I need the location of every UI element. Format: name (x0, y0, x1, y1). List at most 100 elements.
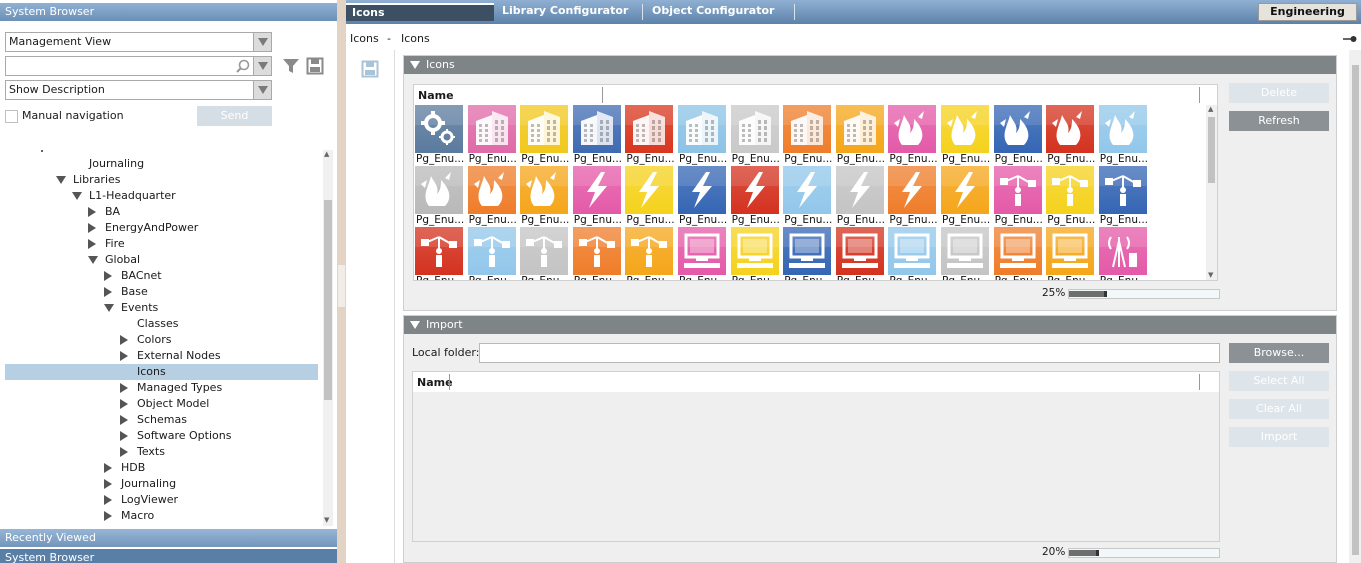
building-symbol-tile[interactable] (467, 105, 516, 153)
lightning-symbol-tile[interactable] (783, 166, 832, 214)
building-symbol-tile[interactable] (678, 105, 726, 153)
network-symbol-tile[interactable] (993, 166, 1042, 214)
lightning-symbol-tile[interactable] (888, 166, 937, 214)
computer-symbol-tile[interactable] (678, 227, 726, 275)
tree-scroll-thumb[interactable] (324, 200, 332, 400)
save-filter-icon[interactable] (306, 57, 324, 75)
icons-panel-header[interactable]: Icons (404, 56, 1336, 74)
computer-symbol-tile[interactable] (730, 227, 779, 275)
main-scrollbar[interactable] (1349, 50, 1361, 563)
expanded-arrow-icon[interactable] (88, 256, 98, 264)
collapsed-arrow-icon[interactable] (120, 399, 128, 409)
lightning-symbol-tile[interactable] (941, 166, 989, 214)
gear-symbol-tile[interactable] (415, 105, 463, 153)
computer-symbol-tile[interactable] (941, 227, 989, 275)
lightning-symbol-tile[interactable] (730, 166, 779, 214)
collapse-icon[interactable] (410, 61, 420, 69)
building-symbol-tile[interactable] (783, 105, 832, 153)
collapsed-arrow-icon[interactable] (104, 287, 112, 297)
tab-object-configurator[interactable]: Object Configurator (646, 3, 794, 21)
engineering-mode-button[interactable]: Engineering (1258, 3, 1357, 21)
computer-symbol-tile[interactable] (888, 227, 937, 275)
collapse-icon[interactable] (410, 321, 420, 329)
lightning-symbol-tile[interactable] (678, 166, 726, 214)
description-select[interactable]: Show Description (5, 80, 272, 100)
collapsed-arrow-icon[interactable] (120, 415, 128, 425)
system-tree[interactable]: Journaling Libraries L1-Headquarter BA Energ… (5, 147, 323, 527)
icons-zoom-slider[interactable] (1068, 289, 1220, 299)
lightning-symbol-tile[interactable] (625, 166, 674, 214)
antenna-symbol-tile[interactable] (1098, 227, 1147, 275)
import-zoom-handle[interactable] (1096, 550, 1099, 556)
import-button[interactable]: Import (1229, 427, 1329, 447)
import-column-name[interactable]: Name (417, 376, 453, 389)
expanded-arrow-icon[interactable] (72, 192, 82, 200)
recently-viewed-header[interactable]: Recently Viewed (0, 529, 337, 547)
building-symbol-tile[interactable] (835, 105, 884, 153)
collapsed-arrow-icon[interactable] (120, 383, 128, 393)
building-symbol-tile[interactable] (572, 105, 621, 153)
system-browser-footer[interactable]: System Browser (0, 549, 337, 563)
network-symbol-tile[interactable] (467, 227, 516, 275)
main-scroll-thumb[interactable] (1352, 65, 1359, 555)
splitter-grip[interactable] (338, 265, 345, 307)
fire-symbol-tile[interactable] (520, 166, 569, 214)
search-icon[interactable] (235, 59, 251, 75)
manual-navigation-checkbox[interactable] (5, 110, 18, 123)
clear-all-button[interactable]: Clear All (1229, 399, 1329, 419)
expanded-arrow-icon[interactable] (104, 304, 114, 312)
description-dropdown-icon[interactable] (253, 81, 271, 99)
expanded-arrow-icon[interactable] (56, 176, 66, 184)
lightning-symbol-tile[interactable] (835, 166, 884, 214)
import-zoom-slider[interactable] (1068, 548, 1220, 558)
breadcrumb-current[interactable]: Icons (401, 32, 430, 45)
computer-symbol-tile[interactable] (783, 227, 832, 275)
breadcrumb-root[interactable]: Icons (350, 32, 379, 45)
collapsed-arrow-icon[interactable] (120, 447, 128, 457)
fire-symbol-tile[interactable] (467, 166, 516, 214)
delete-button[interactable]: Delete (1229, 83, 1329, 103)
computer-symbol-tile[interactable] (835, 227, 884, 275)
computer-symbol-tile[interactable] (993, 227, 1042, 275)
scroll-up-icon[interactable]: ▲ (1208, 105, 1213, 113)
scroll-down-icon[interactable]: ▼ (1208, 271, 1213, 279)
fire-symbol-tile[interactable] (415, 166, 463, 214)
network-symbol-tile[interactable] (520, 227, 569, 275)
icons-scrollbar[interactable]: ▲ ▼ (1206, 105, 1217, 280)
import-panel-header[interactable]: Import (404, 316, 1336, 334)
network-symbol-tile[interactable] (1046, 166, 1095, 214)
save-icon[interactable] (361, 60, 379, 78)
scroll-down-icon[interactable]: ▼ (324, 516, 329, 524)
send-button[interactable]: Send (197, 106, 272, 126)
network-symbol-tile[interactable] (415, 227, 463, 275)
select-all-button[interactable]: Select All (1229, 371, 1329, 391)
icons-zoom-handle[interactable] (1104, 291, 1107, 297)
collapsed-arrow-icon[interactable] (120, 431, 128, 441)
fire-symbol-tile[interactable] (941, 105, 989, 153)
refresh-button[interactable]: Refresh (1229, 111, 1329, 131)
collapsed-arrow-icon[interactable] (120, 335, 128, 345)
collapsed-arrow-icon[interactable] (104, 479, 112, 489)
search-input[interactable] (5, 56, 272, 76)
tree-scrollbar[interactable]: ▲ ▼ (323, 150, 333, 526)
network-symbol-tile[interactable] (1098, 166, 1147, 214)
collapsed-arrow-icon[interactable] (104, 495, 112, 505)
search-dropdown-icon[interactable] (253, 57, 271, 75)
local-folder-input[interactable] (479, 343, 1220, 363)
icons-column-name[interactable]: Name (418, 89, 454, 102)
collapsed-arrow-icon[interactable] (104, 463, 112, 473)
import-grid[interactable]: Name (412, 371, 1220, 542)
building-symbol-tile[interactable] (625, 105, 674, 153)
tab-library-configurator[interactable]: Library Configurator (496, 3, 642, 21)
view-select-dropdown-icon[interactable] (253, 33, 271, 51)
fire-symbol-tile[interactable] (1098, 105, 1147, 153)
tree-item[interactable]: Icons (5, 364, 318, 380)
view-select[interactable]: Management View (5, 32, 272, 52)
icons-scroll-thumb[interactable] (1208, 117, 1215, 183)
browse-button[interactable]: Browse... (1229, 343, 1329, 363)
building-symbol-tile[interactable] (520, 105, 569, 153)
collapsed-arrow-icon[interactable] (104, 511, 112, 521)
fire-symbol-tile[interactable] (1046, 105, 1095, 153)
icons-grid[interactable]: Name Pg_Enu... Pg_Enu... Pg_Enu... Pg_Enu..… (413, 84, 1218, 281)
fire-symbol-tile[interactable] (993, 105, 1042, 153)
